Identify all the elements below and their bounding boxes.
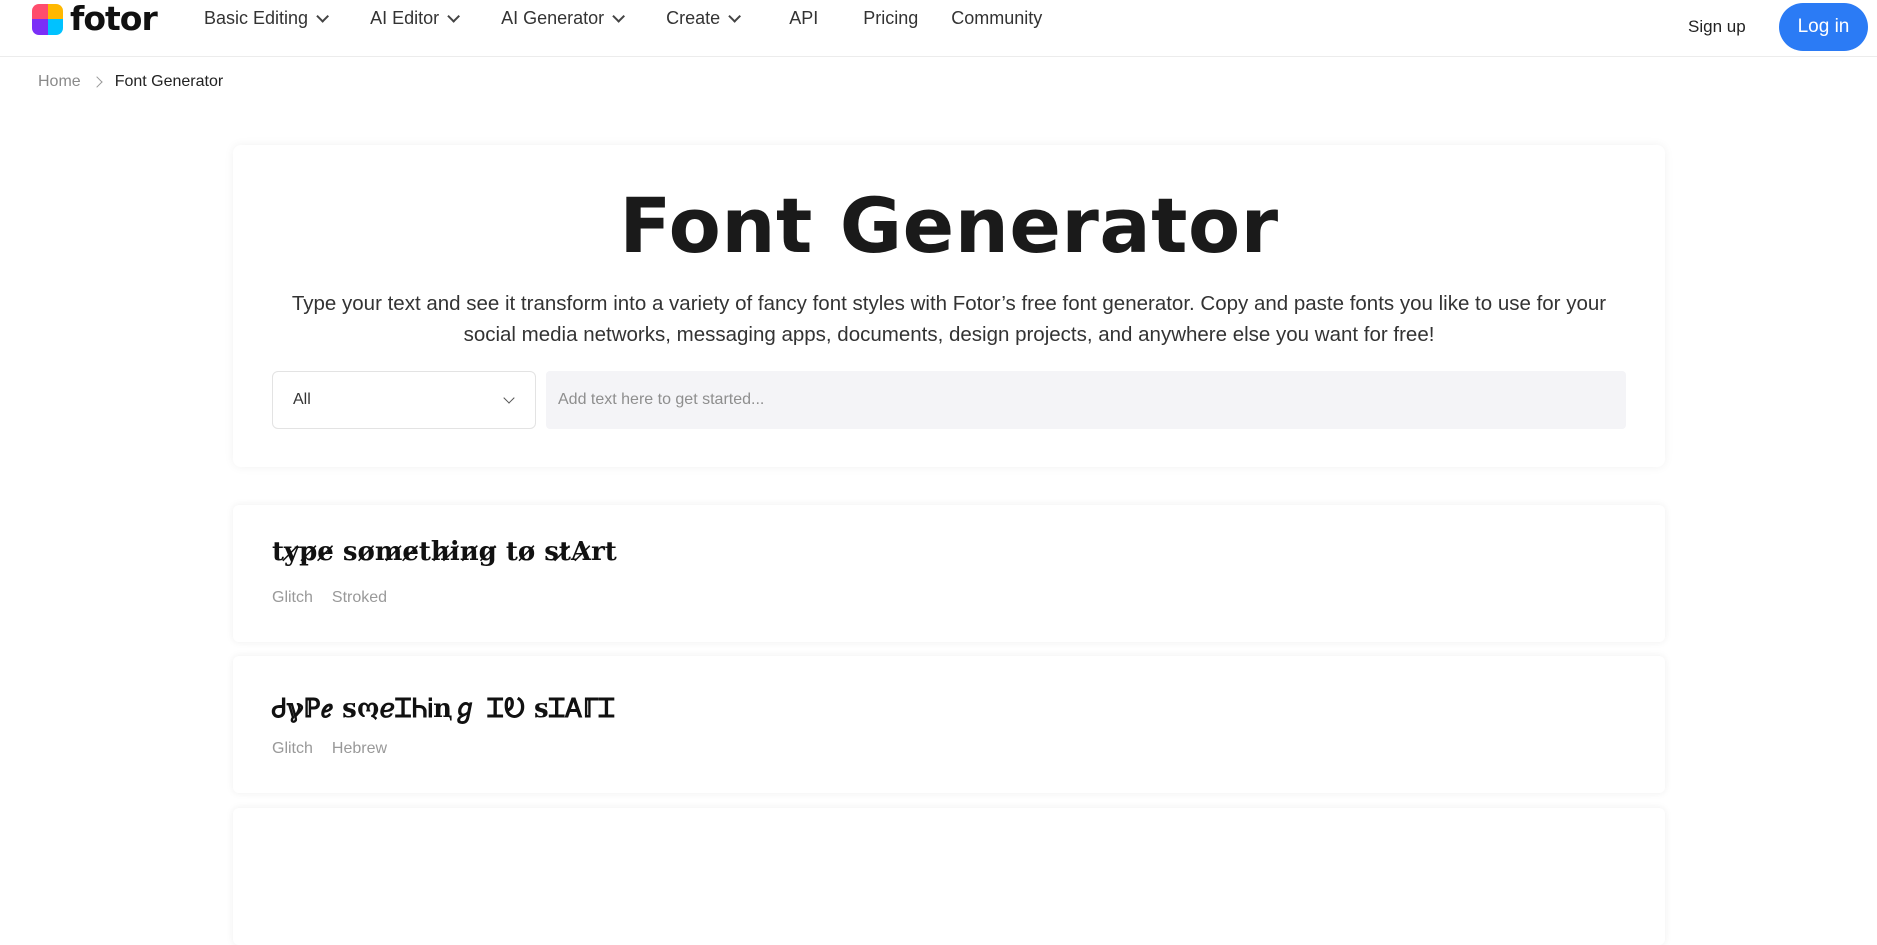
font-tags: Glitch Hebrew xyxy=(272,740,406,758)
logo-text: fotor xyxy=(70,0,158,38)
breadcrumb-home[interactable]: Home xyxy=(38,73,81,91)
fotor-logo[interactable]: fotor xyxy=(32,0,158,38)
style-filter-select[interactable]: All xyxy=(272,371,536,429)
nav-label: AI Generator xyxy=(501,7,605,28)
font-tag: Glitch xyxy=(272,589,313,606)
font-preview-text: ty̷p̷e̷ so̷m̷e̷th̷i̷n̷g̷ to̷ st̷A̷rt xyxy=(272,537,617,567)
nav-ai-editor[interactable]: AI Editor xyxy=(370,7,461,29)
page-description: Type your text and see it transform into… xyxy=(291,292,1607,346)
chevron-down-icon xyxy=(447,9,461,23)
chevron-down-icon xyxy=(728,9,742,23)
nav-label: Community xyxy=(951,7,1043,28)
font-result-card[interactable]: ty̷p̷e̷ so̷m̷e̷th̷i̷n̷g̷ to̷ st̷A̷rt Gli… xyxy=(233,505,1665,642)
chevron-right-icon xyxy=(91,76,103,88)
nav-label: Create xyxy=(666,7,721,28)
text-input[interactable] xyxy=(546,371,1626,429)
generator-card: Font Generator Type your text and see it… xyxy=(233,145,1665,467)
font-tags: Glitch Stroked xyxy=(272,589,406,607)
page-title: Font Generator xyxy=(619,181,1279,270)
nav-label: Pricing xyxy=(863,7,919,28)
font-result-card[interactable] xyxy=(233,808,1665,945)
sign-up-link[interactable]: Sign up xyxy=(1688,17,1746,37)
font-tag: Stroked xyxy=(331,589,388,606)
nav-label: AI Editor xyxy=(370,7,440,28)
breadcrumb: Home Font Generator xyxy=(38,73,223,91)
font-tag: Glitch xyxy=(272,740,313,757)
font-result-card[interactable]: Ꮷℽℙℯ ꜱოℯᏆᏂᎥꞑℊ ᏆᎧ ꜱᏆᎪℾᏆ Glitch Hebrew xyxy=(233,656,1665,793)
font-tag: Hebrew xyxy=(331,740,388,757)
fotor-logo-icon xyxy=(32,3,63,35)
nav-pricing[interactable]: Pricing xyxy=(863,8,918,29)
nav-create[interactable]: Create xyxy=(666,7,742,29)
nav-api[interactable]: API xyxy=(789,8,818,29)
log-in-button[interactable]: Log in xyxy=(1779,3,1868,51)
main-nav: Basic Editing AI Editor AI Generator Cre… xyxy=(204,0,1087,36)
chevron-down-icon xyxy=(316,9,330,23)
font-preview-text: Ꮷℽℙℯ ꜱოℯᏆᏂᎥꞑℊ ᏆᎧ ꜱᏆᎪℾᏆ xyxy=(272,694,616,724)
breadcrumb-current: Font Generator xyxy=(114,73,224,90)
chevron-down-icon xyxy=(612,9,626,23)
nav-basic-editing[interactable]: Basic Editing xyxy=(204,7,330,29)
chevron-down-icon xyxy=(503,392,515,404)
nav-label: Basic Editing xyxy=(204,7,309,28)
nav-community[interactable]: Community xyxy=(951,8,1042,29)
select-value: All xyxy=(293,391,311,408)
nav-ai-generator[interactable]: AI Generator xyxy=(501,7,626,29)
nav-label: API xyxy=(789,7,819,28)
top-navbar: fotor Basic Editing AI Editor AI Generat… xyxy=(0,0,1877,57)
